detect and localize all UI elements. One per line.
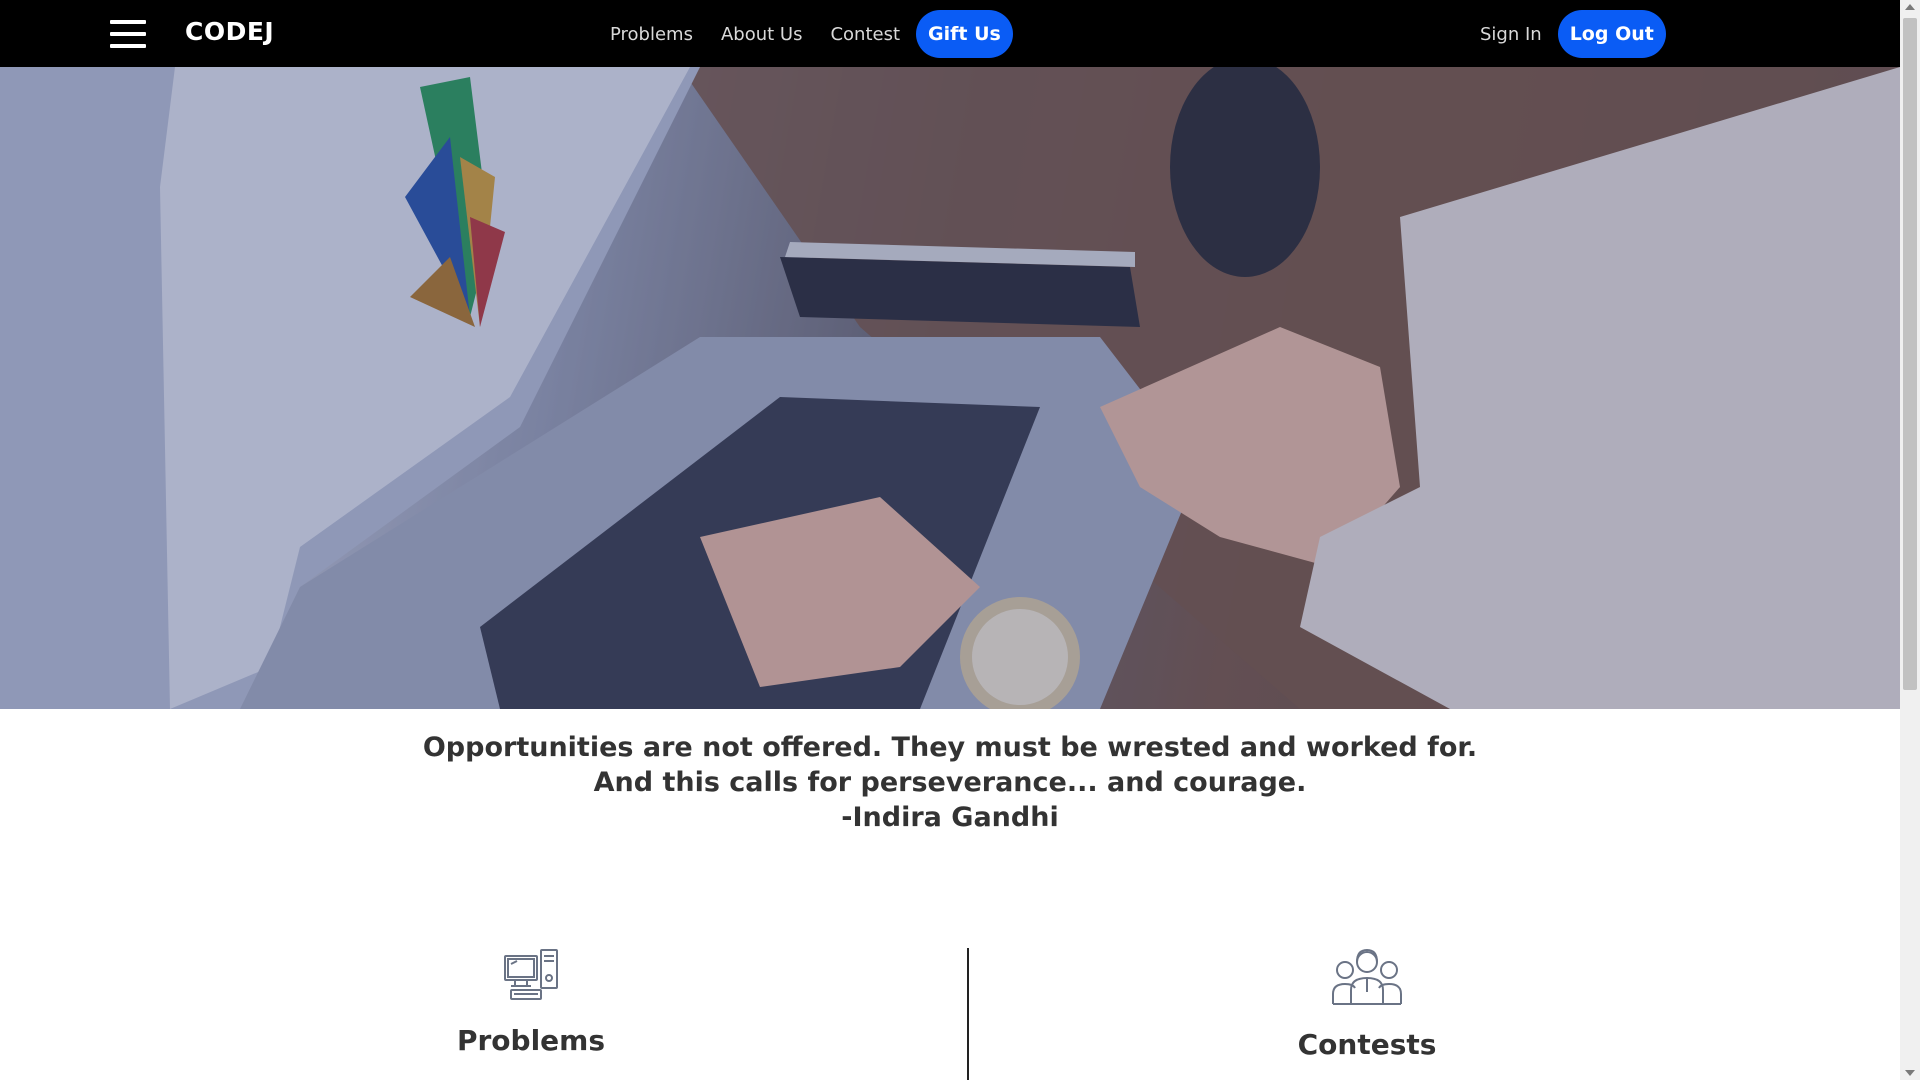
nav-link-contest[interactable]: Contest [830,24,900,45]
users-group-icon [1332,948,1402,1005]
quote-line-2: And this calls for perseverance... and c… [593,767,1307,798]
scroll-down-icon[interactable] [1905,1070,1915,1076]
gift-us-button[interactable]: Gift Us [916,10,1013,58]
nav-auth: Sign In Log Out [1480,10,1666,58]
quote-block: Opportunities are not offered. They must… [0,730,1900,835]
nav-link-about-us[interactable]: About Us [721,24,803,45]
brand-logo[interactable]: CODEJ [185,17,274,46]
nav-link-problems[interactable]: Problems [610,24,693,45]
sign-in-link[interactable]: Sign In [1480,24,1542,45]
scroll-thumb[interactable] [1903,18,1917,690]
feature-problems-label: Problems [456,1024,606,1057]
computer-icon [504,949,558,1000]
feature-contests[interactable]: Contests [1167,948,1567,1061]
scroll-up-icon[interactable] [1905,4,1915,10]
hamburger-menu-icon[interactable] [110,20,146,48]
quote-author: -Indira Gandhi [841,802,1059,833]
feature-contests-label: Contests [1297,1028,1437,1061]
hero-overlay [0,67,1900,709]
top-navbar: CODEJ Problems About Us Contest Gift Us … [0,0,1900,67]
quote-line-1: Opportunities are not offered. They must… [422,732,1478,763]
log-out-button[interactable]: Log Out [1557,10,1666,58]
section-divider [967,948,969,1080]
vertical-scrollbar[interactable] [1900,0,1920,1080]
nav-links: Problems About Us Contest Gift Us [610,10,1013,58]
feature-problems[interactable]: Problems [331,948,731,1057]
hero-image [0,67,1900,709]
